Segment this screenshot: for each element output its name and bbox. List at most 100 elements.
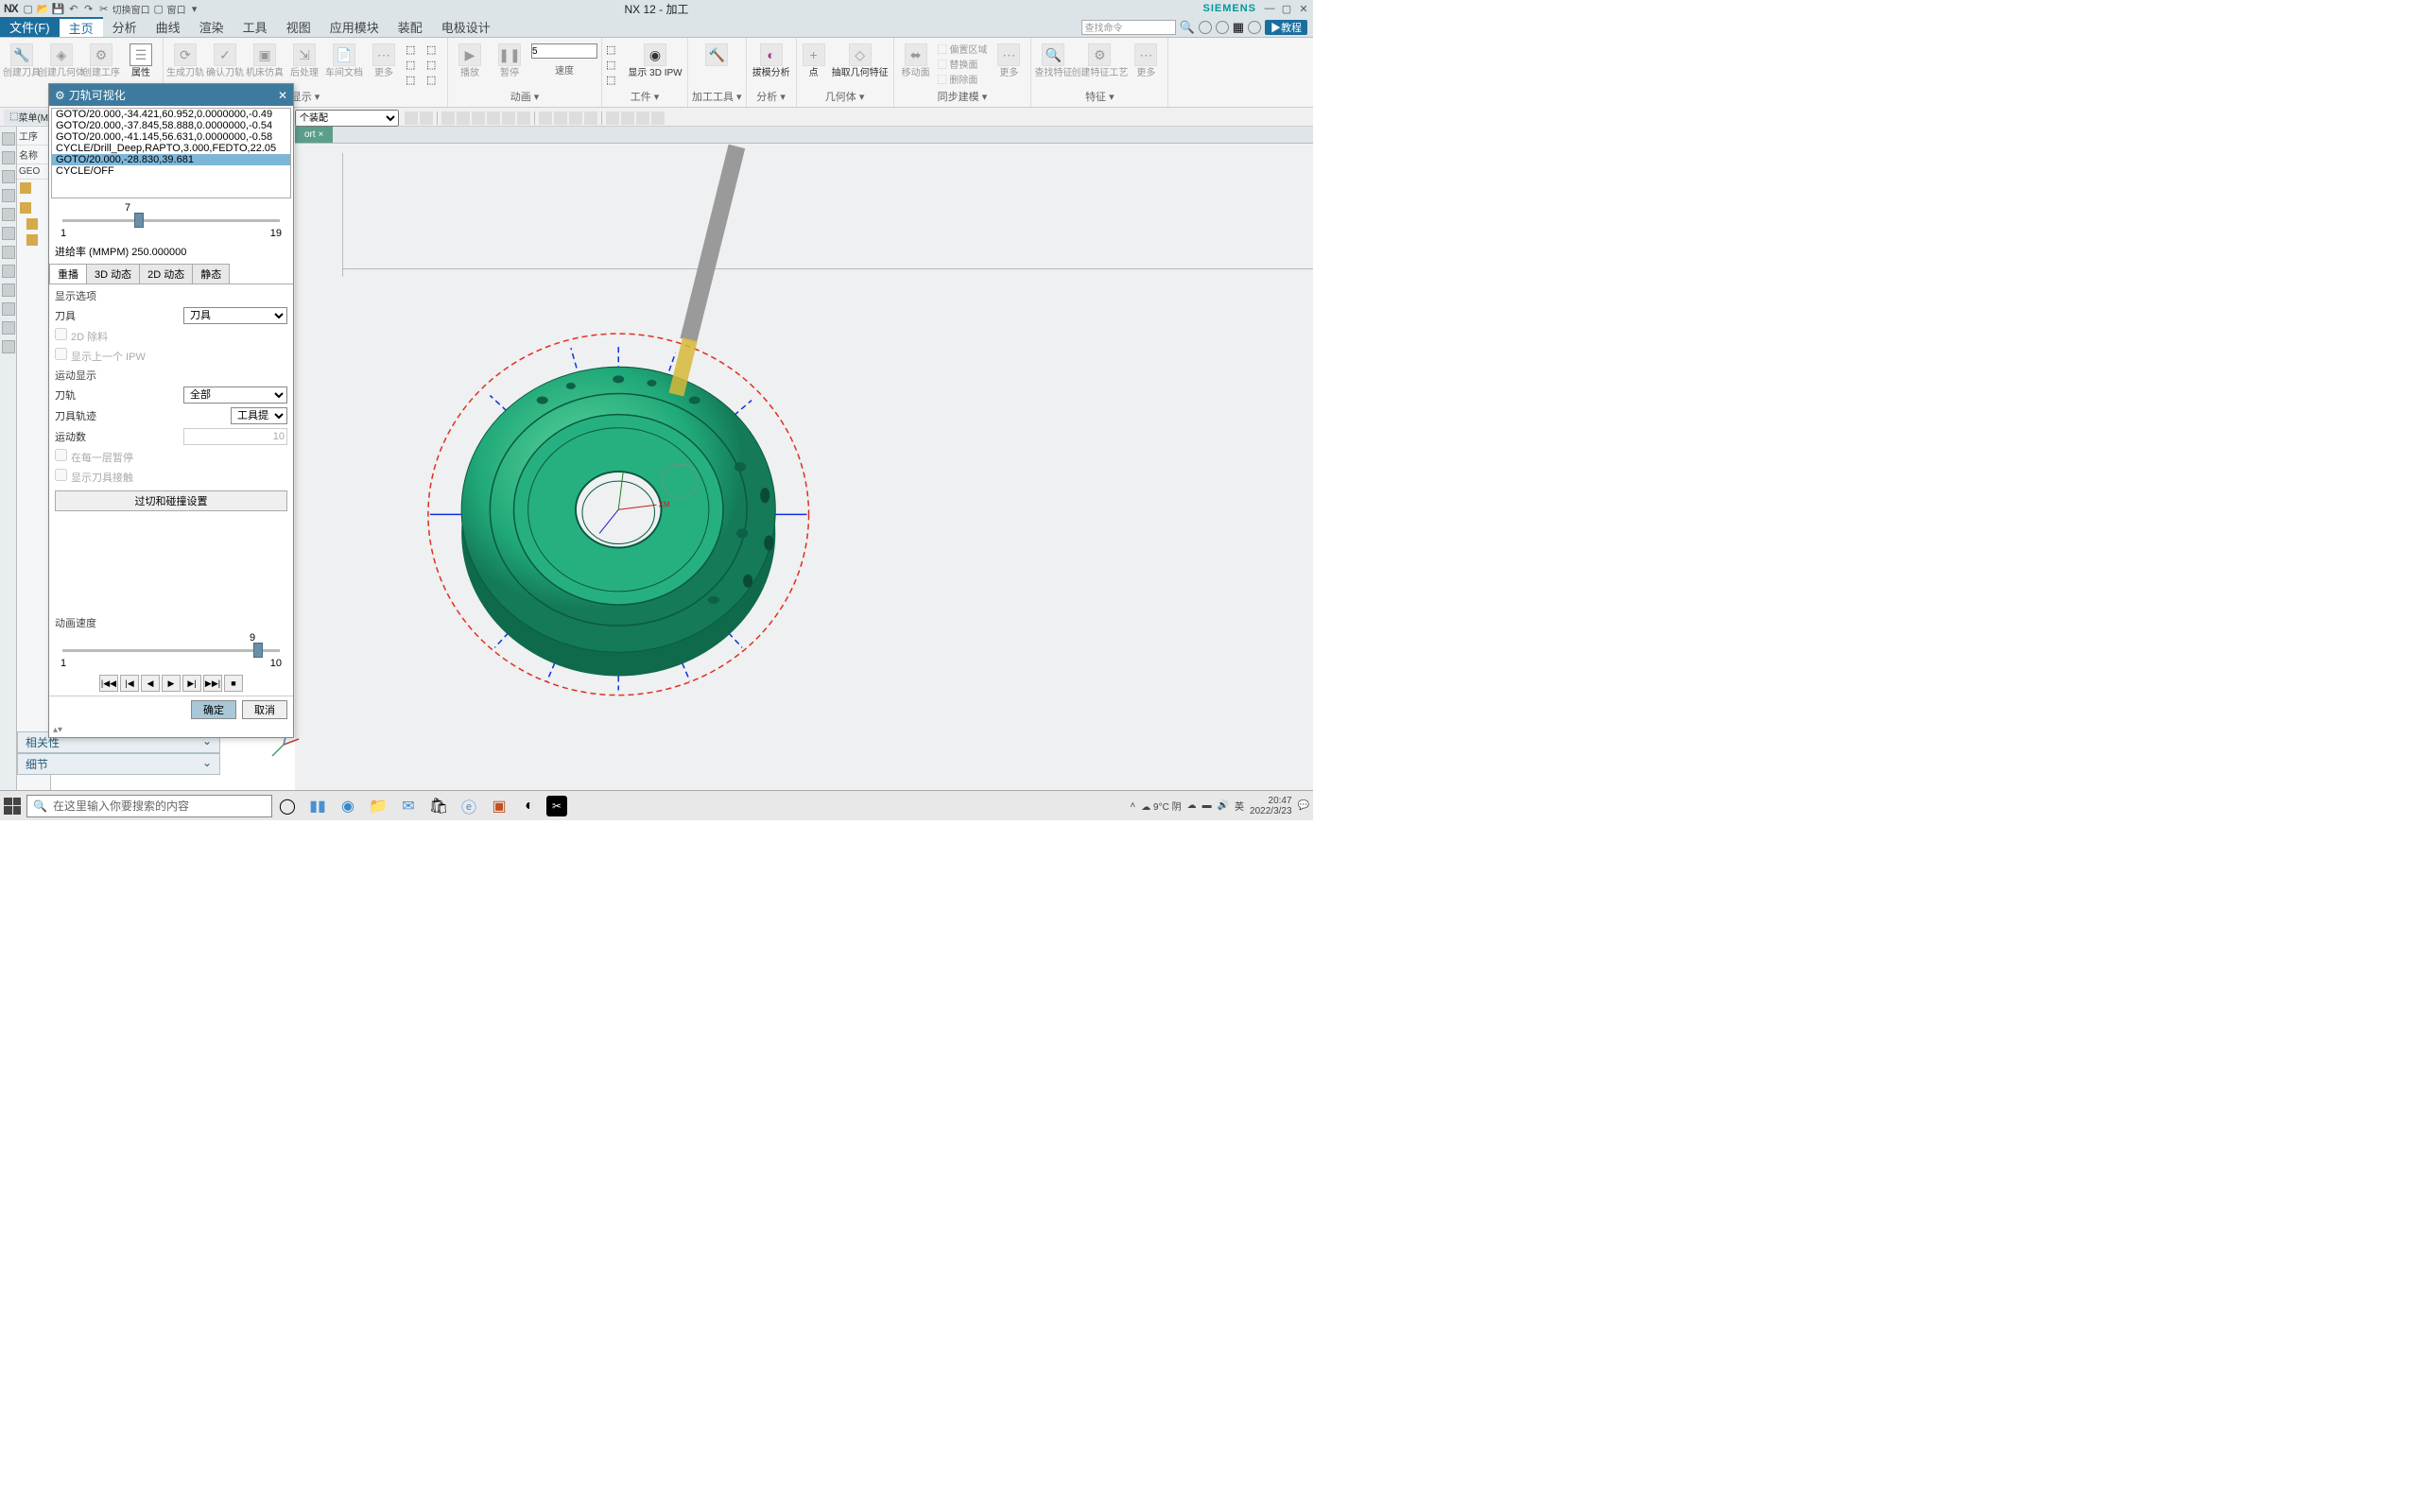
tab-analysis[interactable]: 分析 (103, 17, 147, 37)
step-forward-button[interactable]: ▶| (182, 675, 201, 692)
gcode-line[interactable]: CYCLE/OFF (52, 165, 290, 177)
tray-clock[interactable]: 20:47 2022/3/23 (1250, 796, 1292, 816)
taskbar-app-capcut[interactable]: ✂ (546, 796, 567, 816)
tb2-icon-9[interactable] (539, 112, 552, 125)
qat-open-icon[interactable]: 📂 (37, 2, 50, 15)
tb2-icon-13[interactable] (606, 112, 619, 125)
tab-home[interactable]: 主页 (60, 17, 103, 37)
tree-node-icon-2[interactable] (20, 202, 31, 214)
nav-row-geo[interactable]: GEO (17, 164, 50, 180)
pause-button[interactable]: ❚❚暂停 (492, 40, 527, 78)
gcode-line[interactable]: GOTO/20.000,-34.421,60.952,0.0000000,-0.… (52, 109, 290, 120)
tab-electrode[interactable]: 电极设计 (432, 17, 500, 37)
help-icon[interactable] (1199, 21, 1212, 34)
create-geometry-button[interactable]: ◈创建几何体 (43, 40, 79, 78)
grid-icon[interactable]: ▦ (1233, 20, 1244, 35)
tb2-icon-10[interactable] (554, 112, 567, 125)
overcut-collision-button[interactable]: 过切和碰撞设置 (55, 490, 287, 511)
small-icon-5[interactable]: ⬚ (426, 59, 443, 72)
point-button[interactable]: +点 (801, 40, 827, 78)
tray-chevron-up-icon[interactable]: ˄ (1130, 800, 1135, 811)
tutorial-button[interactable]: ▶教程 (1265, 20, 1307, 35)
small-icon-4[interactable]: ⬚ (426, 43, 443, 57)
tab-assembly[interactable]: 装配 (389, 17, 432, 37)
tray-volume-icon[interactable]: 🔊 (1218, 800, 1229, 811)
taskbar-app-mail[interactable]: ✉ (395, 793, 422, 819)
tab-curve[interactable]: 曲线 (147, 17, 190, 37)
small-icon-6[interactable]: ⬚ (426, 74, 443, 87)
resource-icon-4[interactable] (2, 189, 15, 202)
document-tab[interactable]: ort × (295, 127, 333, 143)
dialog-resize-handle[interactable]: ▴▾ (49, 723, 293, 737)
verify-toolpath-button[interactable]: ✓确认刀轨 (207, 40, 243, 78)
tab-application[interactable]: 应用模块 (320, 17, 389, 37)
resource-icon-11[interactable] (2, 321, 15, 335)
path-select[interactable]: 全部 (183, 387, 287, 404)
qat-cut-icon[interactable]: ✂ (97, 2, 111, 15)
delete-face-button[interactable]: ⬚ 删除面 (938, 72, 988, 86)
more-feature-button[interactable]: ⋯更多 (1128, 40, 1164, 78)
ipw-icon-2[interactable]: ⬚ (606, 59, 623, 72)
tray-notifications-icon[interactable]: 💬 (1298, 800, 1309, 811)
qat-redo-icon[interactable]: ↷ (82, 2, 95, 15)
qat-save-icon[interactable]: 💾 (52, 2, 65, 15)
resource-icon-3[interactable] (2, 170, 15, 183)
taskbar-app-files[interactable]: 📁 (365, 793, 391, 819)
qat-switch-label[interactable]: 切换窗口 (112, 2, 150, 15)
create-operation-button[interactable]: ⚙创建工序 (83, 40, 119, 78)
tb2-icon-8[interactable] (517, 112, 530, 125)
subtab-2d-dynamic[interactable]: 2D 动态 (139, 264, 193, 284)
resource-icon-12[interactable] (2, 340, 15, 353)
resource-icon-5[interactable] (2, 208, 15, 221)
more-display-button[interactable]: ⋯更多 (366, 40, 402, 78)
start-button[interactable] (4, 798, 21, 815)
tree-node-icon[interactable] (20, 182, 31, 194)
command-search-input[interactable]: 查找命令 (1081, 20, 1176, 35)
tree-node-icon-4[interactable] (26, 234, 38, 246)
tool-select[interactable]: 刀具 (183, 307, 287, 324)
rewind-start-button[interactable]: |◀◀ (99, 675, 118, 692)
gear-icon[interactable]: ⚙ (55, 89, 65, 102)
create-tool-button[interactable]: 🔧创建刀具 (4, 40, 40, 78)
tb2-icon-1[interactable] (405, 112, 418, 125)
gcode-line[interactable]: CYCLE/Drill_Deep,RAPTO,3.000,FEDTO,22.05 (52, 143, 290, 154)
maximize-button[interactable]: ▢ (1281, 3, 1292, 14)
dialog-titlebar[interactable]: ⚙ 刀轨可视化 ✕ (49, 84, 293, 106)
tb2-icon-6[interactable] (487, 112, 500, 125)
resource-icon-9[interactable] (2, 284, 15, 297)
play-button[interactable]: ▶播放 (452, 40, 488, 78)
shop-doc-button[interactable]: 📄车间文档 (326, 40, 362, 78)
tb2-icon-11[interactable] (569, 112, 582, 125)
ipw-icon-1[interactable]: ⬚ (606, 43, 623, 57)
taskbar-app-edge[interactable]: ◉ (335, 793, 361, 819)
tb2-icon-16[interactable] (651, 112, 665, 125)
tray-battery-icon[interactable]: ▬ (1202, 800, 1212, 811)
play-reverse-button[interactable]: ◀ (141, 675, 160, 692)
tab-file[interactable]: 文件(F) (0, 17, 60, 37)
task-view-button[interactable]: ◯ (274, 793, 301, 819)
subtab-static[interactable]: 静态 (192, 264, 230, 284)
more-circle-icon[interactable] (1248, 21, 1261, 34)
more-sync-button[interactable]: ⋯更多 (991, 40, 1027, 78)
qat-undo-icon[interactable]: ↶ (67, 2, 80, 15)
find-feature-button[interactable]: 🔍查找特征 (1035, 40, 1071, 78)
slider1-thumb[interactable] (134, 213, 144, 228)
machining-tools-button[interactable]: 🔨 (699, 40, 735, 66)
draft-analysis-button[interactable]: ◐拔模分析 (751, 40, 792, 78)
tb2-icon-4[interactable] (457, 112, 470, 125)
subtab-replay[interactable]: 重播 (49, 264, 87, 284)
accordion-details[interactable]: 细节⌄ (17, 753, 220, 775)
gcode-line[interactable]: GOTO/20.000,-41.145,56.631,0.0000000,-0.… (52, 131, 290, 143)
replace-face-button[interactable]: ⬚ 替换面 (938, 57, 988, 71)
slider2-track[interactable] (62, 649, 280, 652)
weather-widget[interactable]: ☁ 9°C 阴 (1141, 799, 1181, 813)
gcode-line-selected[interactable]: GOTO/20.000,-28.830,39.681 (52, 154, 290, 165)
subtab-3d-dynamic[interactable]: 3D 动态 (86, 264, 140, 284)
gcode-line[interactable]: GOTO/20.000,-37.845,58.888,0.0000000,-0.… (52, 120, 290, 131)
extract-geometry-button[interactable]: ◇抽取几何特征 (831, 40, 890, 78)
step-back-button[interactable]: |◀ (120, 675, 139, 692)
tb2-icon-5[interactable] (472, 112, 485, 125)
offset-region-button[interactable]: ⬚ 偏置区域 (938, 42, 988, 56)
cancel-button[interactable]: 取消 (242, 700, 287, 719)
speed-input[interactable] (531, 43, 597, 59)
